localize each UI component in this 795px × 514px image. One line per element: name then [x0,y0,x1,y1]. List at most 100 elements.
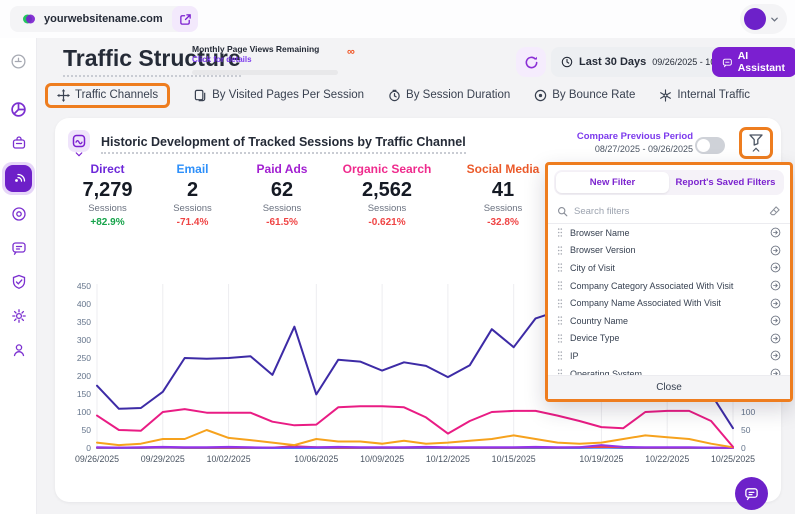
filter-button[interactable] [739,127,773,159]
tab-visited-pages[interactable]: By Visited Pages Per Session [194,89,364,102]
filter-tab-saved[interactable]: Report's Saved Filters [669,172,782,193]
drag-handle-icon[interactable] [557,333,563,344]
compare-previous-period: Compare Previous Period 08/27/2025 - 09/… [577,131,693,154]
ai-assistant-button[interactable]: AI Assistant [712,47,795,77]
tab-session-duration[interactable]: By Session Duration [388,89,510,102]
sidebar-item-visitors[interactable] [0,335,37,365]
filter-item[interactable]: City of Visit [548,259,790,277]
filter-item-label: Device Type [570,333,763,343]
arrow-right-circle-icon[interactable] [770,350,781,361]
sidebar-item-communication[interactable] [0,233,37,263]
widget-type-selector[interactable] [67,130,91,158]
arrow-right-circle-icon[interactable] [770,315,781,326]
filter-item-label: Browser Name [570,228,763,238]
drag-handle-icon[interactable] [557,262,563,273]
y-axis-label-left: 200 [77,371,91,381]
sidebar-item-privacy[interactable] [0,267,37,297]
y-axis-label-left: 450 [77,281,91,291]
filter-item[interactable]: Company Category Associated With Visit [548,277,790,295]
chevron-down-icon [770,15,779,24]
filter-tab-new[interactable]: New Filter [556,172,669,193]
quota-label: Monthly Page Views Remaining [192,44,342,54]
filter-close-button[interactable]: Close [548,375,790,399]
user-menu[interactable] [740,4,787,34]
compare-label: Compare Previous Period [577,131,693,142]
sidebar-item-behavior[interactable] [0,199,37,229]
y-axis-label-left: 150 [77,389,91,399]
sidebar-item-statistics-active[interactable] [2,162,35,195]
filter-item[interactable]: Operating System [548,365,790,375]
arrow-right-circle-icon[interactable] [770,280,781,291]
filter-item[interactable]: Company Name Associated With Visit [548,294,790,312]
stat-organic-search: Organic Search 2,562 Sessions -0.621% [335,162,439,228]
pie-chart-icon [10,101,27,118]
top-bar: yourwebsitename.com [0,0,795,38]
stat-value: 2 [150,179,235,202]
sidebar-item-history[interactable] [0,46,37,76]
x-axis-label: 10/19/2025 [579,454,623,464]
filter-list: Browser Name Browser Version City of Visit… [548,224,790,375]
filter-item-label: Company Name Associated With Visit [570,298,763,308]
tab-bounce-rate[interactable]: By Bounce Rate [534,89,635,102]
chart-title: Historic Development of Tracked Sessions… [101,135,466,154]
pages-icon [194,89,207,102]
quota-details-link[interactable]: Click for details [192,55,342,64]
y-axis-label-left: 300 [77,335,91,345]
arrow-right-circle-icon[interactable] [770,227,781,238]
stat-change: -71.4% [150,217,235,228]
support-chat-button[interactable] [735,477,768,510]
sidebar-item-companies[interactable] [0,128,37,158]
line-chart-icon [72,134,86,148]
radar-signal-icon [10,171,26,187]
drag-handle-icon[interactable] [557,315,563,326]
sidebar-item-dashboard[interactable] [0,94,37,124]
filter-item[interactable]: Browser Name [548,224,790,242]
filter-item-label: Browser Version [570,245,763,255]
y-axis-label-left: 0 [86,443,91,453]
stat-unit: Sessions [150,203,235,214]
filter-item[interactable]: Country Name [548,312,790,330]
bounce-target-icon [534,89,547,102]
y-axis-label-left: 250 [77,353,91,363]
drag-handle-icon[interactable] [557,350,563,361]
drag-handle-icon[interactable] [557,227,563,238]
tab-label: Internal Traffic [677,89,750,101]
drag-handle-icon[interactable] [557,368,563,375]
refresh-button[interactable] [516,47,546,77]
person-pin-icon [11,342,27,358]
drag-handle-icon[interactable] [557,280,563,291]
open-website-button[interactable] [172,6,198,32]
filter-item[interactable]: Device Type [548,330,790,348]
arrow-right-circle-icon[interactable] [770,298,781,309]
stat-email: Email 2 Sessions -71.4% [150,162,235,228]
drag-handle-icon[interactable] [557,245,563,256]
stat-label: Organic Search [335,162,439,176]
arrow-right-circle-icon[interactable] [770,368,781,375]
infinity-quota-value: ∞ [347,46,355,58]
search-icon [557,206,568,217]
stat-change: +82.9% [65,217,150,228]
briefcase-icon [11,135,27,151]
series-organic-search [97,406,733,447]
filter-item[interactable]: Browser Version [548,242,790,260]
avatar [744,8,766,30]
target-icon [11,206,27,222]
arrow-right-circle-icon[interactable] [770,245,781,256]
filter-item[interactable]: IP [548,347,790,365]
filter-item-label: IP [570,351,763,361]
arrow-right-circle-icon[interactable] [770,262,781,273]
filter-item-label: City of Visit [570,263,763,273]
drag-handle-icon[interactable] [557,298,563,309]
arrow-right-circle-icon[interactable] [770,333,781,344]
ai-assistant-label: AI Assistant [738,50,788,74]
compare-toggle-off[interactable] [695,137,725,154]
tab-internal-traffic[interactable]: Internal Traffic [659,89,750,102]
website-selector[interactable]: yourwebsitename.com [10,6,193,32]
x-axis-label: 10/09/2025 [360,454,404,464]
filter-search-input[interactable] [574,206,763,217]
tab-traffic-channels[interactable]: Traffic Channels [45,83,170,108]
sidebar-item-settings[interactable] [0,301,37,331]
stat-unit: Sessions [451,203,555,214]
eraser-icon[interactable] [769,205,781,217]
x-axis-label: 10/06/2025 [294,454,338,464]
